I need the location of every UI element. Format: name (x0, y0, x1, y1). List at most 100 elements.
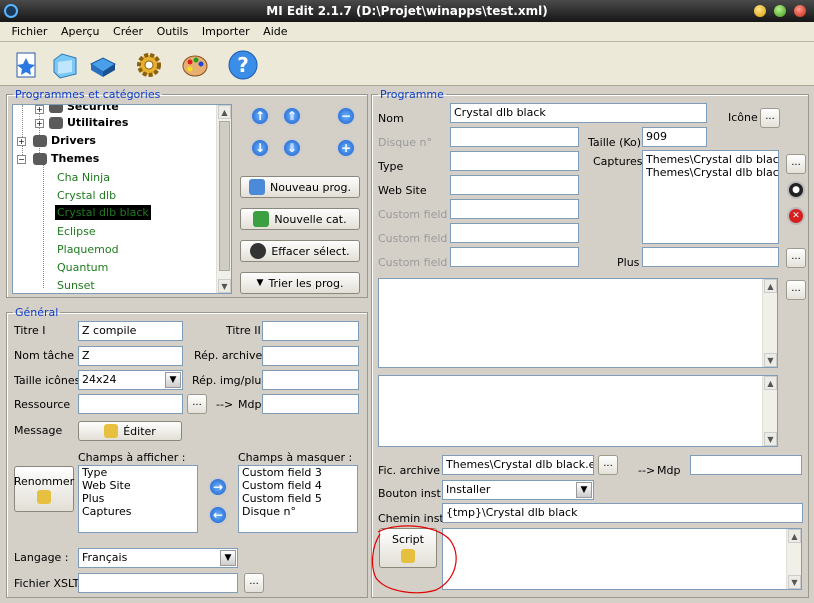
add-icon[interactable]: + (336, 138, 356, 158)
scroll-thumb[interactable] (219, 121, 230, 271)
tree-item-quantum[interactable]: Quantum (57, 261, 108, 274)
type-input[interactable] (450, 151, 579, 171)
menu-fichier[interactable]: Fichier (7, 22, 53, 42)
app-icon[interactable] (4, 4, 18, 18)
install-button-select[interactable]: Installer ▼ (442, 480, 594, 500)
title-bar[interactable]: MI Edit 2.1.7 (D:\Projet\winapps\test.xm… (0, 0, 814, 22)
tree-item-sunset[interactable]: Sunset (57, 279, 95, 292)
tree-item-cha-ninja[interactable]: Cha Ninja (57, 171, 110, 184)
edit-message-button[interactable]: Éditer (78, 421, 182, 441)
tree-item-eclipse[interactable]: Eclipse (57, 225, 96, 238)
chevron-down-icon[interactable]: ▼ (220, 550, 236, 566)
new-file-icon[interactable] (10, 48, 44, 82)
new-category-button[interactable]: Nouvelle cat. (240, 208, 360, 230)
tree-item-utilitaires[interactable]: Utilitaires (49, 116, 128, 129)
maximize-icon[interactable] (774, 5, 786, 17)
help-icon[interactable]: ? (226, 48, 260, 82)
resource-input[interactable] (78, 394, 183, 414)
list-item[interactable]: Disque n° (239, 505, 357, 518)
resource-browse-button[interactable]: ... (187, 394, 207, 414)
list-item[interactable]: Themes\Crystal dlb black2.JPG (643, 166, 778, 179)
archive-file-input[interactable]: Themes\Crystal dlb black.exe (442, 455, 594, 475)
menu-creer[interactable]: Créer (108, 22, 148, 42)
remove-icon[interactable]: − (336, 106, 356, 126)
captures-list[interactable]: Themes\Crystal dlb black.JPG Themes\Crys… (642, 150, 779, 244)
move-down-icon[interactable]: ↓ (250, 138, 270, 158)
menu-outils[interactable]: Outils (152, 22, 194, 42)
minimize-icon[interactable] (754, 5, 766, 17)
tree-item-crystal-dlb-black[interactable]: Crystal dlb black (55, 205, 151, 220)
list-item[interactable]: Plus (79, 492, 197, 505)
icon-size-select[interactable]: 24x24 ▼ (78, 370, 183, 390)
script-textarea[interactable]: ▲ ▼ (442, 528, 802, 590)
title2-input[interactable] (262, 321, 359, 341)
scroll-up-arrow[interactable]: ▲ (764, 279, 777, 293)
move-to-hidden-icon[interactable]: → (208, 477, 228, 497)
list-item[interactable]: Custom field 3 (239, 466, 357, 479)
general-mdp-input[interactable] (262, 394, 359, 414)
delete-selection-button[interactable]: Effacer sélect. (240, 240, 360, 262)
img-rep-input[interactable] (262, 370, 359, 390)
rename-button[interactable]: Renommer (14, 466, 74, 512)
show-fields-list[interactable]: Type Web Site Plus Captures (78, 465, 198, 533)
scroll-up-arrow[interactable]: ▲ (788, 529, 801, 543)
chevron-down-icon[interactable]: ▼ (165, 372, 181, 388)
xslt-input[interactable] (78, 573, 238, 593)
name-input[interactable]: Crystal dlb black (450, 103, 707, 123)
move-to-shown-icon[interactable]: ← (208, 505, 228, 525)
open-file-icon[interactable] (48, 48, 82, 82)
description-scrollbar[interactable]: ▲ ▼ (762, 279, 777, 367)
menu-importer[interactable]: Importer (197, 22, 255, 42)
description-browse-button[interactable]: ... (786, 280, 806, 300)
plus-browse-button[interactable]: ... (786, 248, 806, 268)
tree-scrollbar[interactable]: ▲ ▼ (216, 105, 231, 293)
hide-fields-list[interactable]: Custom field 3 Custom field 4 Custom fie… (238, 465, 358, 533)
list-item[interactable]: Custom field 5 (239, 492, 357, 505)
list-item[interactable]: Type (79, 466, 197, 479)
tree-item-crystal-dlb[interactable]: Crystal dlb (57, 189, 116, 202)
captures-browse-button[interactable]: ... (786, 154, 806, 174)
collapse-toggle[interactable]: − (17, 155, 26, 164)
icon-browse-button[interactable]: ... (760, 108, 780, 128)
custom4-input[interactable] (450, 223, 579, 243)
palette-icon[interactable] (178, 48, 212, 82)
notes-textarea[interactable]: ▲ ▼ (378, 375, 778, 447)
scroll-down-arrow[interactable]: ▼ (764, 353, 777, 367)
tree-item-plaquemod[interactable]: Plaquemod (57, 243, 119, 256)
disk-input[interactable] (450, 127, 579, 147)
script-scrollbar[interactable]: ▲ ▼ (786, 529, 801, 589)
expand-toggle[interactable]: + (35, 105, 44, 114)
menu-apercu[interactable]: Aperçu (56, 22, 105, 42)
install-path-input[interactable]: {tmp}\Crystal dlb black (442, 503, 803, 523)
programme-mdp-input[interactable] (690, 455, 802, 475)
captures-add-icon[interactable]: ● (787, 181, 805, 199)
sort-programs-button[interactable]: ▼ Trier les prog. (240, 272, 360, 294)
tree-item-themes[interactable]: Themes (33, 152, 99, 165)
close-icon[interactable] (794, 5, 806, 17)
scroll-down-arrow[interactable]: ▼ (788, 575, 801, 589)
list-item[interactable]: Captures (79, 505, 197, 518)
notes-scrollbar[interactable]: ▲ ▼ (762, 376, 777, 446)
description-textarea[interactable]: ▲ ▼ (378, 278, 778, 368)
chevron-down-icon[interactable]: ▼ (576, 482, 592, 498)
script-button[interactable]: Script (379, 528, 437, 568)
custom5-input[interactable] (450, 247, 579, 267)
language-select[interactable]: Français ▼ (78, 548, 238, 568)
scroll-up-arrow[interactable]: ▲ (218, 105, 231, 119)
xslt-browse-button[interactable]: ... (244, 573, 264, 593)
settings-gear-icon[interactable] (132, 48, 166, 82)
taskname-input[interactable]: Z (78, 346, 183, 366)
captures-delete-icon[interactable]: ✕ (787, 207, 805, 225)
save-file-icon[interactable] (86, 48, 120, 82)
move-bottom-icon[interactable]: ⇓ (282, 138, 302, 158)
scroll-down-arrow[interactable]: ▼ (218, 279, 231, 293)
tree-item-drivers[interactable]: Drivers (33, 134, 96, 147)
move-up-icon[interactable]: ↑ (250, 106, 270, 126)
archive-file-browse-button[interactable]: ... (598, 455, 618, 475)
list-item[interactable]: Web Site (79, 479, 197, 492)
list-item[interactable]: Custom field 4 (239, 479, 357, 492)
custom3-input[interactable] (450, 199, 579, 219)
expand-toggle[interactable]: + (35, 119, 44, 128)
new-program-button[interactable]: Nouveau prog. (240, 176, 360, 198)
move-top-icon[interactable]: ⇑ (282, 106, 302, 126)
